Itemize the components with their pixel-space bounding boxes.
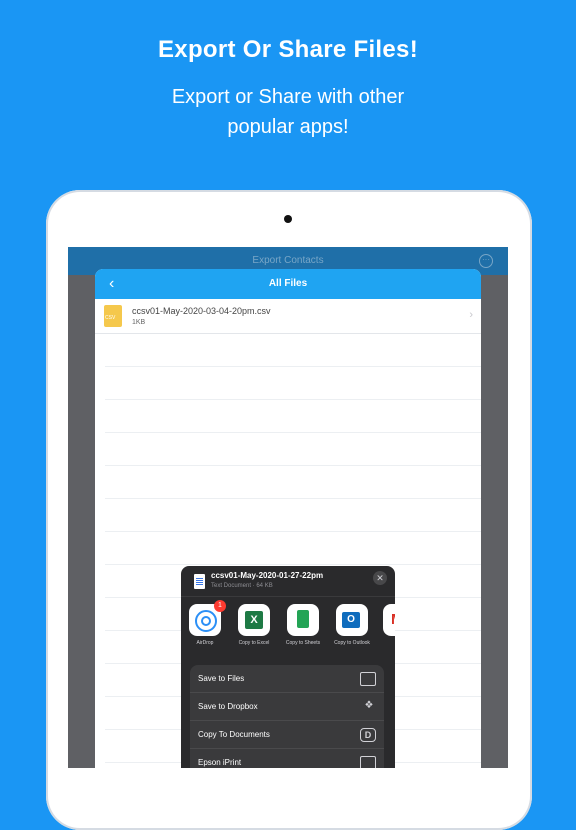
copy-to-sheets-button[interactable]: Copy to Sheets xyxy=(283,604,323,646)
all-files-header: ‹ All Files xyxy=(95,269,481,299)
camera-icon xyxy=(284,215,292,223)
document-icon xyxy=(194,574,205,589)
promo-subtitle: Export or Share with other popular apps! xyxy=(0,82,576,142)
empty-list-row xyxy=(105,367,481,400)
airdrop-icon: 1 xyxy=(189,600,226,636)
app-label: Copy to Outlook xyxy=(334,640,370,646)
empty-list-row xyxy=(105,466,481,499)
all-files-title: All Files xyxy=(268,278,308,289)
copy-to-documents-action[interactable]: Copy To Documents D xyxy=(190,721,384,749)
app-label: Copy to Sheets xyxy=(285,640,321,646)
chevron-right-icon: › xyxy=(469,309,473,321)
promo-subtitle-line-2: popular apps! xyxy=(227,116,349,138)
sheets-icon xyxy=(287,604,319,636)
close-icon[interactable]: ✕ xyxy=(373,571,387,585)
airdrop-app-button[interactable]: 1 AirDrop xyxy=(185,600,226,646)
outlook-icon xyxy=(336,604,368,636)
empty-list-row xyxy=(105,334,481,367)
empty-list-row xyxy=(105,400,481,433)
action-label: Save to Dropbox xyxy=(198,702,258,711)
copy-to-excel-button[interactable]: Copy to Excel xyxy=(234,604,274,646)
share-apps-row: 1 AirDrop Copy to Excel Copy to Sheets C… xyxy=(181,600,395,660)
empty-list-row xyxy=(105,532,481,565)
notification-badge: 1 xyxy=(214,600,226,612)
epson-iprint-action[interactable]: Epson iPrint xyxy=(190,749,384,768)
share-sheet-header: ccsv01-May-2020-01-27-22pm Text Document… xyxy=(181,566,395,597)
excel-icon xyxy=(238,604,270,636)
share-actions-list: Save to Files Save to Dropbox ❖ Copy To … xyxy=(190,665,384,768)
empty-list-row xyxy=(105,499,481,532)
app-bar-title: Export Contacts xyxy=(252,255,324,266)
shared-document-meta: Text Document · 64 KB xyxy=(211,583,273,589)
shared-document-name: ccsv01-May-2020-01-27-22pm xyxy=(211,571,324,580)
share-sheet: ccsv01-May-2020-01-27-22pm Text Document… xyxy=(181,566,395,768)
gmail-app-button[interactable] xyxy=(379,604,395,636)
copy-to-outlook-button[interactable]: Copy to Outlook xyxy=(332,604,372,646)
documents-icon: D xyxy=(360,728,376,742)
more-icon[interactable]: ··· xyxy=(479,254,493,268)
folder-icon xyxy=(360,672,376,686)
gmail-icon xyxy=(383,604,395,636)
chevron-left-icon[interactable]: ‹ xyxy=(109,269,114,299)
app-label: AirDrop xyxy=(196,640,214,646)
printer-icon xyxy=(360,756,376,768)
app-label: Copy to Excel xyxy=(238,640,270,646)
dropbox-icon: ❖ xyxy=(364,700,374,711)
csv-file-icon xyxy=(104,305,122,327)
save-to-files-action[interactable]: Save to Files xyxy=(190,665,384,693)
app-screen: Export Contacts ··· ‹ All Files ccsv01-M… xyxy=(68,247,508,768)
file-size: 1KB xyxy=(132,319,146,326)
file-name: ccsv01-May-2020-03-04-20pm.csv xyxy=(132,306,271,316)
file-list-item[interactable]: ccsv01-May-2020-03-04-20pm.csv 1KB › xyxy=(95,299,481,334)
action-label: Save to Files xyxy=(198,674,245,683)
action-label: Epson iPrint xyxy=(198,758,242,767)
promo-title: Export Or Share Files! xyxy=(157,36,418,63)
empty-list-row xyxy=(105,433,481,466)
save-to-dropbox-action[interactable]: Save to Dropbox ❖ xyxy=(190,693,384,721)
promo-subtitle-line-1: Export or Share with other xyxy=(171,86,405,108)
action-label: Copy To Documents xyxy=(198,730,270,739)
